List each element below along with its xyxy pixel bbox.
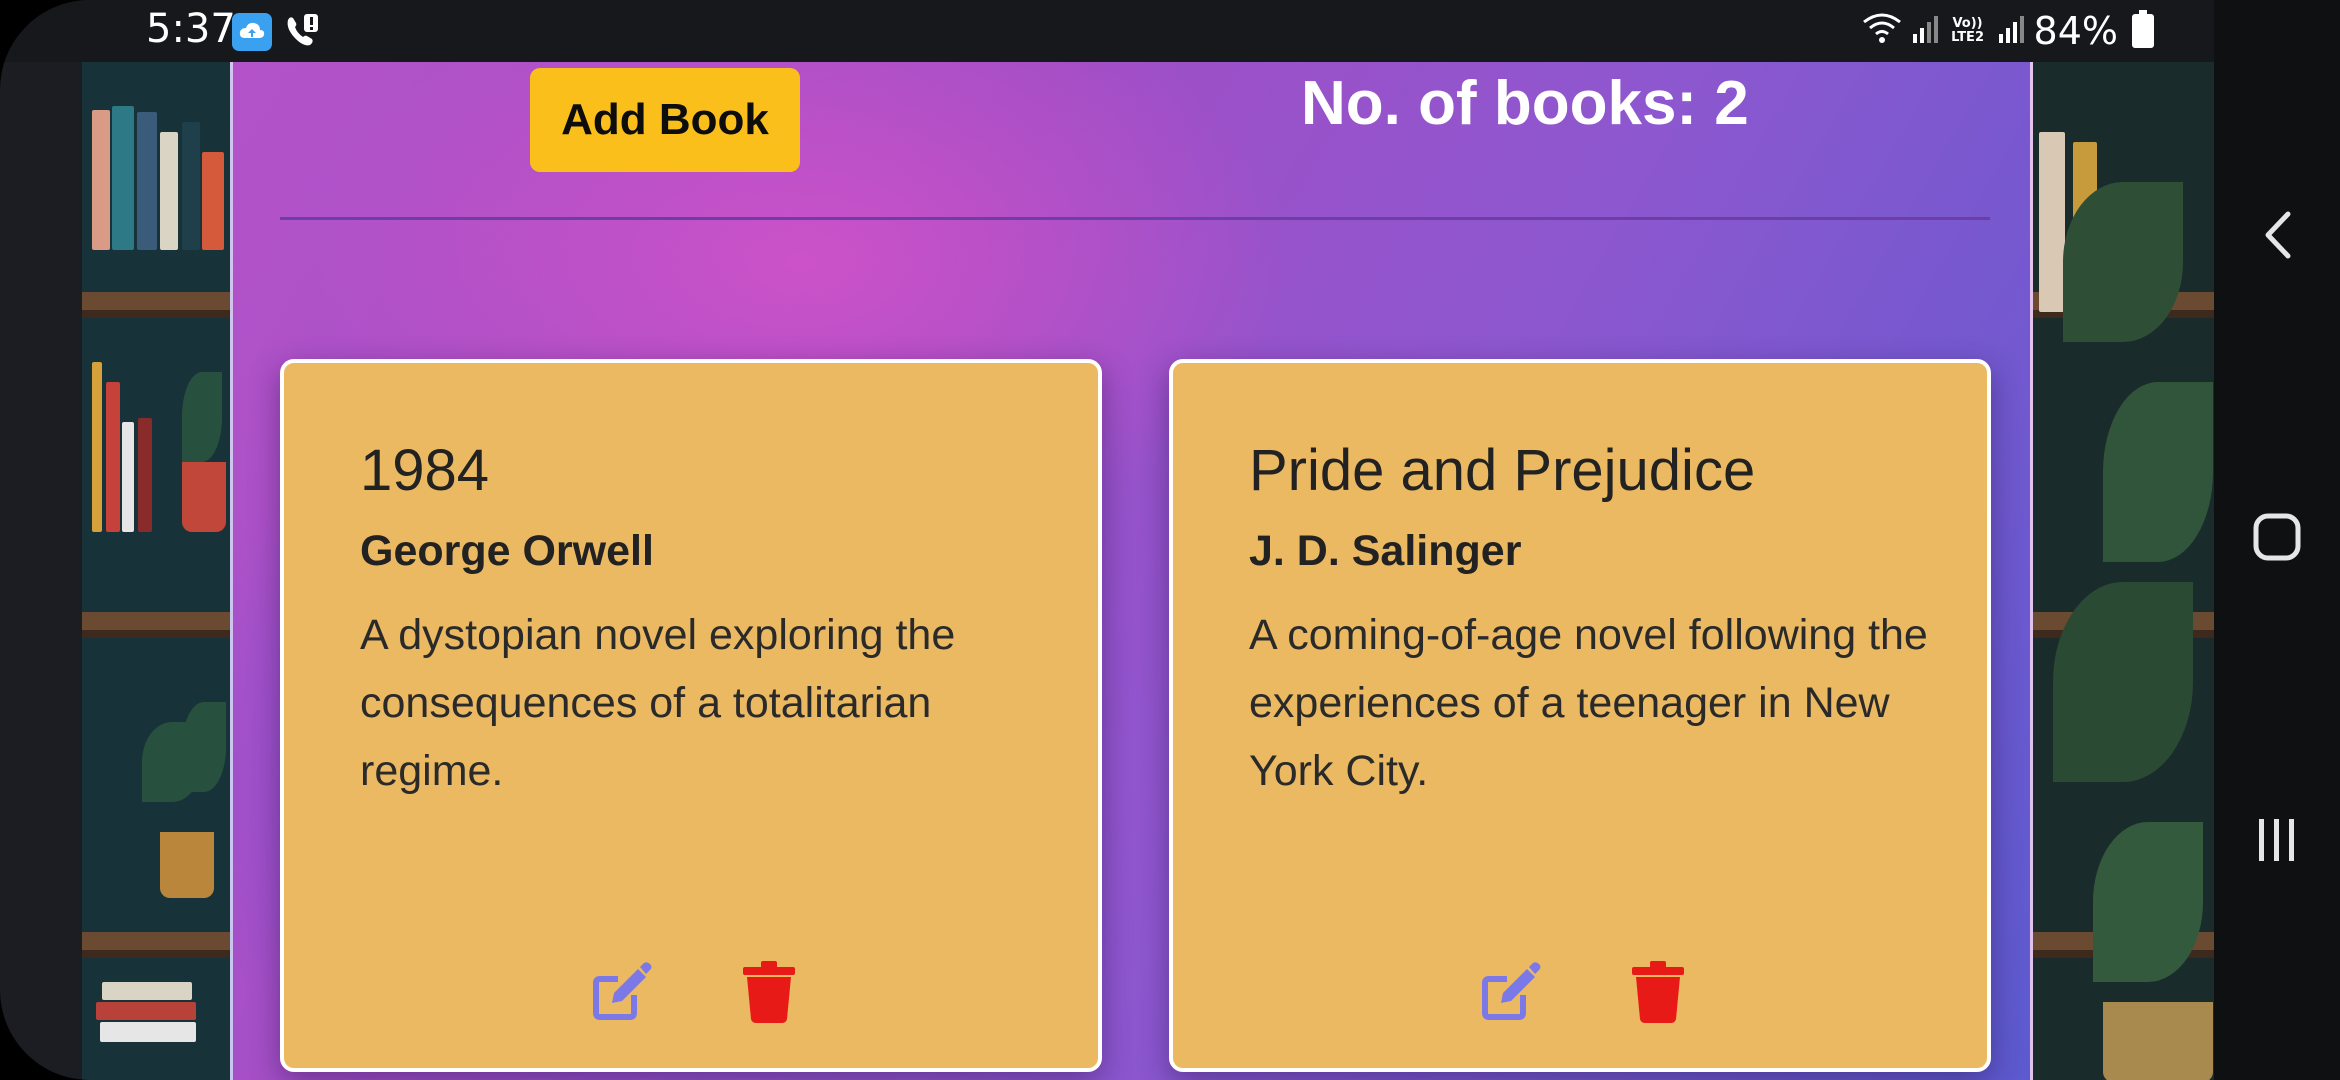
cloud-upload-icon bbox=[232, 13, 272, 51]
book-list-panel: Add Book No. of books: 2 1984 George Orw… bbox=[230, 62, 2033, 1080]
wifi-icon bbox=[1862, 9, 1902, 53]
book-count-label: No. of books: 2 bbox=[1301, 69, 1749, 138]
book-author: J. D. Salinger bbox=[1249, 527, 1522, 575]
edit-icon bbox=[1479, 961, 1541, 1028]
delete-book-button[interactable] bbox=[1625, 960, 1691, 1028]
edit-book-button[interactable] bbox=[1477, 961, 1543, 1027]
battery-percent: 84% bbox=[2033, 9, 2118, 53]
status-time: 5:37 bbox=[146, 6, 236, 52]
home-icon bbox=[2252, 512, 2302, 567]
signal-icon bbox=[1912, 9, 1938, 53]
trash-icon bbox=[1630, 960, 1686, 1028]
book-description: A coming-of-age novel following the expe… bbox=[1249, 611, 1928, 795]
back-icon bbox=[2260, 210, 2294, 265]
book-title: Pride and Prejudice bbox=[1249, 438, 1756, 503]
status-bar: 5:37 Vo)) LTE2 84% bbox=[0, 0, 2214, 62]
status-right-cluster: Vo)) LTE2 84% bbox=[1862, 6, 2154, 56]
recents-icon bbox=[2255, 815, 2299, 870]
header-divider bbox=[280, 217, 1990, 220]
nav-recents-button[interactable] bbox=[2214, 787, 2340, 897]
book-card: Pride and Prejudice J. D. Salinger A com… bbox=[1169, 359, 1991, 1072]
delete-book-button[interactable] bbox=[736, 960, 802, 1028]
app-screen: 5:37 Vo)) LTE2 84% Add Book No. of books… bbox=[0, 0, 2340, 1080]
book-description: A dystopian novel exploring the conseque… bbox=[360, 611, 956, 795]
book-title: 1984 bbox=[360, 438, 490, 503]
signal-icon-2 bbox=[1998, 9, 2024, 53]
call-alert-icon bbox=[284, 12, 320, 55]
plant-right-decoration bbox=[2033, 62, 2214, 1080]
nav-home-button[interactable] bbox=[2214, 484, 2340, 594]
battery-icon bbox=[2132, 10, 2154, 48]
volte-label: Vo)) LTE2 bbox=[1951, 16, 1984, 45]
edit-book-button[interactable] bbox=[588, 961, 654, 1027]
bookshelf-left-decoration bbox=[82, 62, 230, 1080]
trash-icon bbox=[741, 960, 797, 1028]
book-author: George Orwell bbox=[360, 527, 654, 575]
book-card: 1984 George Orwell A dystopian novel exp… bbox=[280, 359, 1102, 1072]
edit-icon bbox=[590, 961, 652, 1028]
add-book-button[interactable]: Add Book bbox=[530, 68, 800, 172]
system-nav-bar bbox=[2214, 0, 2340, 1080]
nav-back-button[interactable] bbox=[2214, 182, 2340, 292]
